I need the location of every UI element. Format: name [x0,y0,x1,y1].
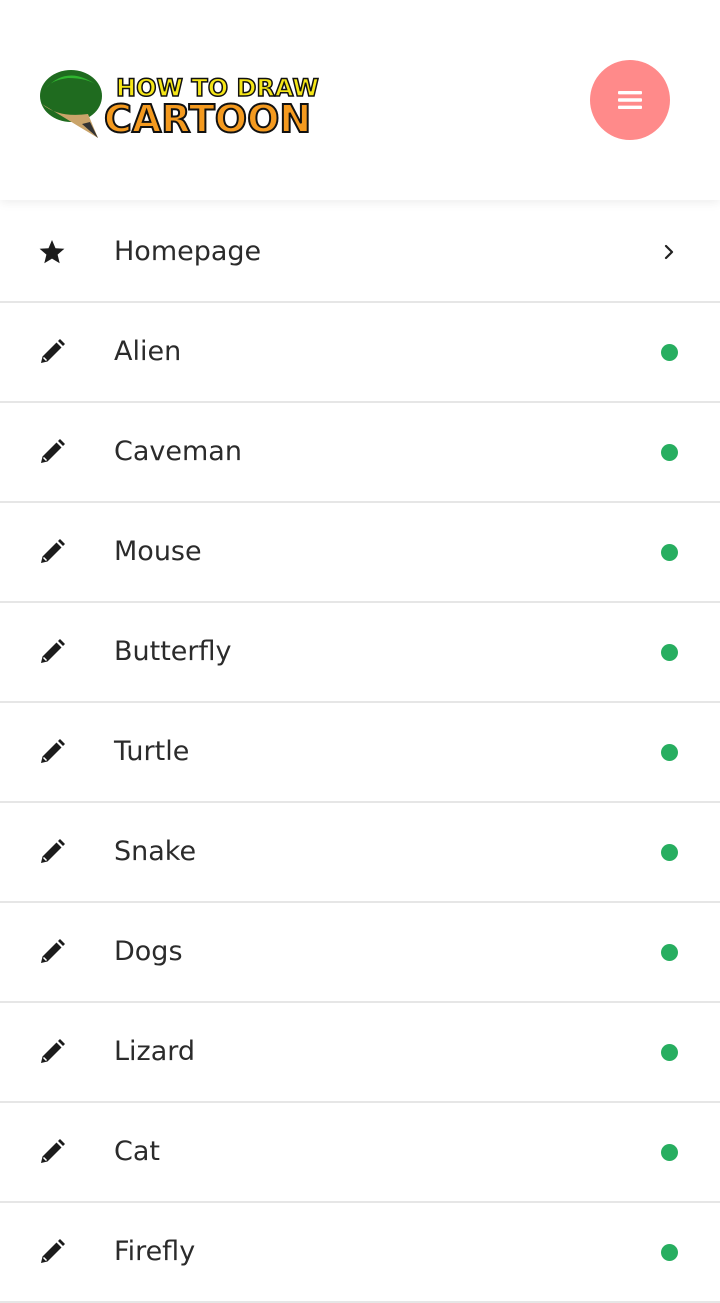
nav-item-label: Cat [114,1136,160,1167]
nav-item-label: Lizard [114,1036,196,1067]
status-dot [661,344,678,361]
pencil-icon [41,439,65,463]
pencil-icon [41,639,65,663]
status-dot [661,844,678,861]
star-icon [39,240,65,264]
nav-item-label: Firefly [114,1236,196,1267]
nav-item-alien[interactable]: Alien [0,303,720,403]
status-dot [661,544,678,561]
nav-item-label: Homepage [114,236,262,267]
app-header: HOW TO DRAW CARTOON [0,0,720,200]
nav-item-caveman[interactable]: Caveman [0,403,720,503]
side-nav-list: Homepage Alien Caveman Mouse Butterfly T… [0,203,720,1303]
pencil-icon [41,1239,65,1263]
logo-text-bottom: CARTOON [103,97,312,141]
nav-item-cat[interactable]: Cat [0,1103,720,1203]
nav-item-snake[interactable]: Snake [0,803,720,903]
menu-button[interactable] [590,60,670,140]
status-dot [661,644,678,661]
nav-item-dogs[interactable]: Dogs [0,903,720,1003]
nav-item-label: Turtle [114,736,190,767]
site-logo[interactable]: HOW TO DRAW CARTOON [38,66,328,146]
hamburger-icon [618,91,642,109]
status-dot [661,744,678,761]
nav-item-turtle[interactable]: Turtle [0,703,720,803]
pencil-logo-icon [40,70,102,138]
pencil-icon [41,1039,65,1063]
nav-item-label: Caveman [114,436,242,467]
nav-item-firefly[interactable]: Firefly [0,1203,720,1303]
nav-item-label: Snake [114,836,197,867]
nav-item-homepage[interactable]: Homepage [0,203,720,303]
nav-item-lizard[interactable]: Lizard [0,1003,720,1103]
pencil-icon [41,739,65,763]
chevron-right-icon [664,244,674,260]
nav-item-label: Dogs [114,936,183,967]
pencil-icon [41,1139,65,1163]
status-dot [661,1144,678,1161]
pencil-icon [41,939,65,963]
pencil-icon [41,339,65,363]
nav-item-label: Butterfly [114,636,232,667]
status-dot [661,1244,678,1261]
status-dot [661,1044,678,1061]
nav-item-mouse[interactable]: Mouse [0,503,720,603]
status-dot [661,944,678,961]
nav-item-label: Mouse [114,536,202,567]
nav-item-label: Alien [114,336,182,367]
status-dot [661,444,678,461]
pencil-icon [41,839,65,863]
nav-item-butterfly[interactable]: Butterfly [0,603,720,703]
pencil-icon [41,539,65,563]
